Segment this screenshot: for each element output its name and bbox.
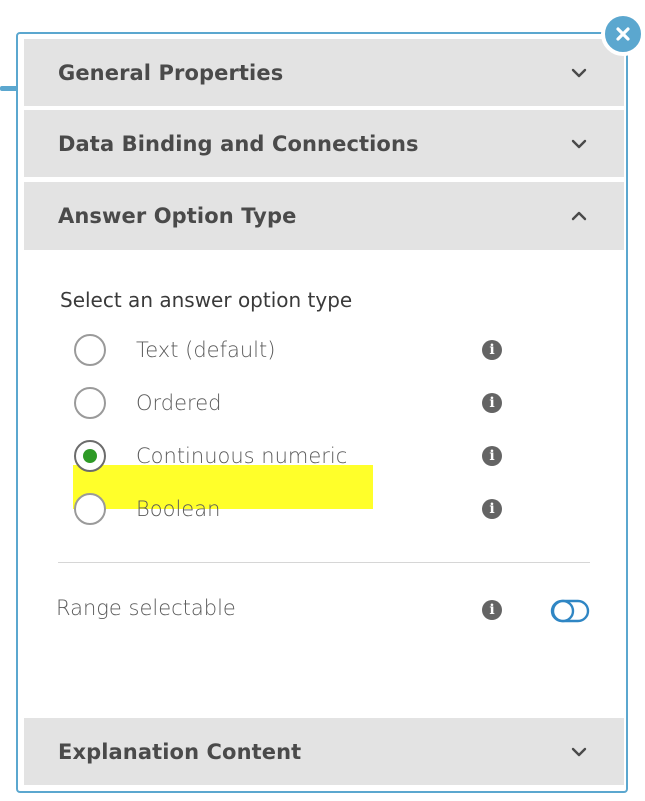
radio-option-text-default[interactable]: Text (default)	[74, 330, 514, 370]
chevron-down-icon	[568, 133, 590, 155]
info-icon[interactable]: i	[482, 499, 502, 519]
divider	[58, 562, 590, 563]
option-label: Boolean	[136, 497, 221, 521]
radio-option-boolean[interactable]: Boolean	[74, 489, 514, 529]
properties-panel: General Properties Data Binding and Conn…	[16, 32, 628, 793]
section-title: Answer Option Type	[58, 204, 297, 228]
option-label: Text (default)	[136, 338, 276, 362]
section-answer-option-type-header[interactable]: Answer Option Type	[24, 182, 624, 250]
section-data-binding-header[interactable]: Data Binding and Connections	[24, 110, 624, 177]
chevron-down-icon	[568, 741, 590, 763]
radio-button[interactable]	[74, 334, 106, 366]
chevron-up-icon	[568, 205, 590, 227]
option-label: Ordered	[136, 391, 222, 415]
radio-button[interactable]	[74, 387, 106, 419]
info-icon[interactable]: i	[482, 600, 502, 620]
radio-option-ordered[interactable]: Ordered	[74, 383, 514, 423]
section-title: Data Binding and Connections	[58, 131, 419, 156]
option-label: Continuous numeric	[136, 444, 348, 468]
toggle-off-icon[interactable]	[550, 598, 590, 624]
close-icon	[616, 27, 630, 41]
close-button[interactable]	[601, 12, 645, 56]
range-selectable-label: Range selectable	[56, 596, 236, 620]
info-icon[interactable]: i	[482, 340, 502, 360]
section-title: General Properties	[58, 60, 284, 85]
chevron-down-icon	[568, 62, 590, 84]
section-general-properties-header[interactable]: General Properties	[24, 39, 624, 106]
info-icon[interactable]: i	[482, 393, 502, 413]
section-title: Explanation Content	[58, 739, 302, 764]
info-icon[interactable]: i	[482, 446, 502, 466]
section-explanation-content-header[interactable]: Explanation Content	[24, 718, 624, 785]
radio-dot	[83, 449, 97, 463]
radio-button[interactable]	[74, 493, 106, 525]
radio-button-selected[interactable]	[74, 440, 106, 472]
radio-option-continuous-numeric[interactable]: Continuous numeric	[74, 436, 514, 476]
answer-type-label: Select an answer option type	[60, 288, 353, 312]
